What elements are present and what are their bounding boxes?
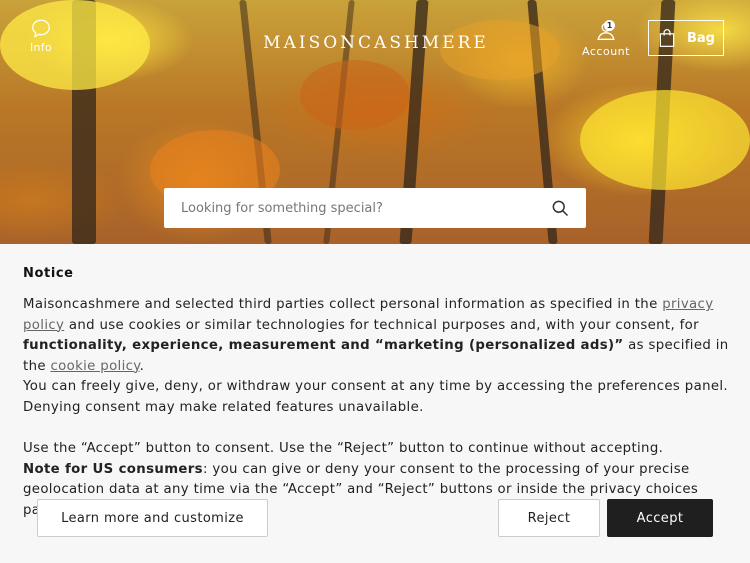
notice-paragraph: You can freely give, deny, or withdraw y… bbox=[23, 379, 729, 415]
info-label: Info bbox=[29, 41, 53, 54]
notice-paragraph: Maisoncashmere and selected third partie… bbox=[23, 295, 733, 377]
us-consumers-heading: Note for US consumers bbox=[23, 461, 203, 477]
notice-text: Maisoncashmere and selected third partie… bbox=[23, 297, 663, 312]
search-bar bbox=[164, 188, 586, 228]
account-badge: 1 bbox=[604, 20, 615, 31]
bag-label: Bag bbox=[687, 30, 715, 46]
brand-logo[interactable]: MAISONCASHMERE bbox=[256, 33, 496, 53]
notice-text: . bbox=[139, 358, 145, 374]
notice-body: Maisoncashmere and selected third partie… bbox=[23, 295, 733, 522]
hero-banner: Info MAISONCASHMERE Account 1 Bag bbox=[0, 0, 750, 244]
search-icon[interactable] bbox=[550, 198, 570, 218]
bag-button[interactable]: Bag bbox=[648, 20, 724, 56]
cookie-notice-panel: Notice Maisoncashmere and selected third… bbox=[0, 244, 750, 563]
accept-button[interactable]: Accept bbox=[607, 499, 713, 537]
reject-button[interactable]: Reject bbox=[498, 499, 600, 537]
notice-title: Notice bbox=[23, 266, 74, 281]
shopping-bag-icon bbox=[659, 29, 675, 47]
cookie-policy-link[interactable]: cookie policy bbox=[50, 359, 139, 374]
chat-bubble-icon bbox=[32, 19, 50, 38]
info-button[interactable]: Info bbox=[24, 18, 58, 54]
foliage bbox=[580, 90, 750, 190]
notice-bold-text: functionality, experience, measurement a… bbox=[23, 338, 624, 354]
notice-text: and use cookies or similar technologies … bbox=[64, 317, 699, 333]
foliage bbox=[300, 60, 410, 130]
account-label: Account bbox=[582, 45, 630, 58]
learn-more-button[interactable]: Learn more and customize bbox=[37, 499, 268, 537]
search-input[interactable] bbox=[181, 200, 550, 216]
notice-paragraph: Use the “Accept” button to consent. Use … bbox=[23, 441, 664, 457]
foliage bbox=[0, 0, 150, 90]
